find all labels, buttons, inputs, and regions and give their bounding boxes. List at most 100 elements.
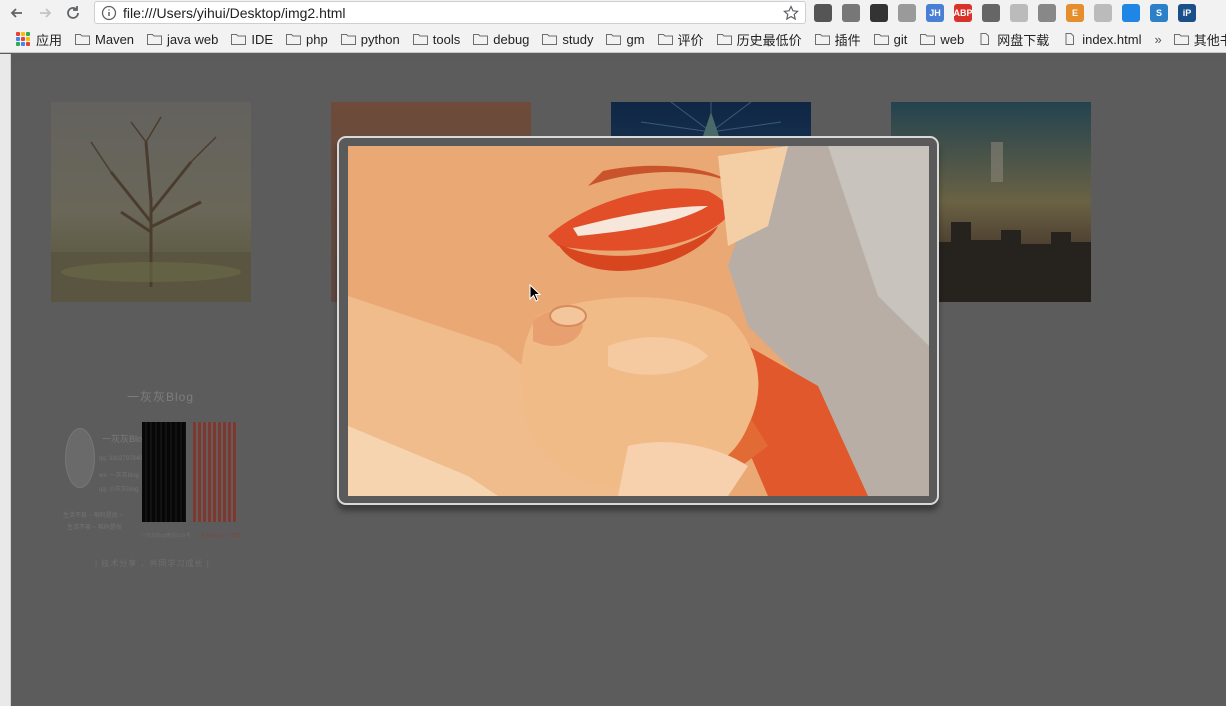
bookmark-label: php (306, 31, 328, 47)
bookmark-label: IDE (251, 31, 274, 47)
bookmark-folder[interactable]: gm (606, 29, 645, 49)
e-icon[interactable]: E (1066, 4, 1084, 22)
bookmark-other-folder[interactable]: 其他书签 (1173, 29, 1226, 49)
bookmarks-overflow-button[interactable]: » (1154, 32, 1161, 47)
bookmark-folder[interactable]: python (340, 29, 400, 49)
bookmark-label: web (940, 31, 965, 47)
bookmark-label: python (360, 31, 400, 47)
forward-button[interactable] (34, 2, 56, 24)
reload-button[interactable] (62, 2, 84, 24)
bookmark-folder[interactable]: IDE (231, 29, 273, 49)
card-desc-line: 生活不易 ~ 唯码是尚 ~ (63, 513, 124, 519)
adblock-icon[interactable]: ABP (954, 4, 973, 22)
bookmark-label: git (893, 31, 908, 47)
folder-icon (542, 34, 558, 45)
pocket-icon[interactable] (1122, 4, 1140, 22)
folder-icon (412, 34, 428, 45)
bookmark-label: 插件 (834, 32, 861, 48)
reload-icon (67, 6, 79, 19)
jh-icon[interactable]: JH (926, 4, 944, 22)
forward-arrow-icon (40, 8, 52, 18)
bookmark-folder[interactable]: 插件 (814, 29, 861, 49)
bookmark-label: java web (167, 31, 219, 47)
gallery-image-tree[interactable] (51, 102, 251, 302)
bookmark-label: gm (626, 31, 645, 47)
ip-icon[interactable]: iP (1178, 4, 1196, 22)
tag-icon[interactable] (1010, 4, 1028, 22)
gear-icon[interactable] (982, 4, 1000, 22)
qr-code-icon[interactable] (870, 4, 888, 22)
card-contact-line: qq: 小灰灰blog (99, 487, 139, 493)
blog-card-name: 一灰灰Blog (102, 434, 148, 444)
bookmarks-bar: 应用 Maven java web IDE php python tools debug st… (0, 26, 1226, 53)
address-bar[interactable]: file:///Users/yihui/Desktop/img2.html (94, 1, 806, 24)
bookmark-folder[interactable]: Maven (75, 29, 134, 49)
folder-icon (473, 34, 489, 45)
wechat-qr-code (142, 422, 186, 522)
bookmark-label: debug (493, 31, 530, 47)
bookmark-label: study (562, 31, 594, 47)
url-text[interactable]: file:///Users/yihui/Desktop/img2.html (123, 5, 346, 21)
folder-icon (147, 34, 163, 45)
bookmark-folder[interactable]: java web (147, 29, 218, 49)
back-arrow-icon (10, 8, 22, 18)
lightbox-image[interactable] (348, 146, 929, 496)
qr-caption-right: 一灰灰Blog个人博客 (196, 533, 242, 539)
check-icon[interactable] (1038, 4, 1056, 22)
bookmark-folder[interactable]: php (286, 29, 328, 49)
browser-toolbar: file:///Users/yihui/Desktop/img2.html JH… (0, 0, 1226, 26)
bookmark-folder[interactable]: web (920, 29, 964, 49)
qr-small-icon[interactable] (842, 4, 860, 22)
card-contact-line: qq: 3302797840 (99, 456, 143, 462)
blog-card: 一灰灰Blog 一灰灰Blog qq: 3302797840 wx: 一灰灰bl… (61, 382, 261, 582)
bookmark-page[interactable]: index.html (1062, 29, 1141, 49)
bookmark-folder[interactable]: 评价 (657, 29, 704, 49)
bookmark-label: tools (432, 31, 461, 47)
s-icon[interactable]: S (1150, 4, 1168, 22)
qr-caption-left: 一灰灰Blog微信公众号 (141, 533, 192, 539)
extensions-bar: JH ABP E SiP (814, 3, 1206, 23)
left-edge-strip (0, 54, 11, 706)
bookmark-folder[interactable]: debug (473, 29, 529, 49)
avatar (65, 428, 95, 488)
lightbox-modal[interactable] (337, 136, 939, 505)
blog-card-footer: | 技术分享 ，共同学习成长 | (95, 559, 210, 568)
bookmark-label: Maven (95, 31, 135, 47)
back-button[interactable] (6, 2, 28, 24)
bookmark-label: 历史最低价 (736, 32, 802, 48)
page-icon (1065, 33, 1075, 45)
folder-icon (606, 34, 622, 45)
folder-icon (716, 34, 732, 45)
bookmark-label: 网盘下载 (997, 32, 1050, 48)
bookmark-folder[interactable]: tools (412, 29, 461, 49)
folder-icon (873, 34, 889, 45)
card-contact-line: wx: 一灰灰blog (99, 473, 140, 479)
bookmark-folder[interactable]: git (873, 29, 908, 49)
bookmark-folder[interactable]: 历史最低价 (716, 29, 802, 49)
bookmark-folder[interactable]: study (542, 29, 593, 49)
bookmark-label: index.html (1082, 31, 1142, 47)
page-icon (980, 33, 990, 45)
folder-icon (286, 34, 302, 45)
folder-icon (657, 34, 673, 45)
globe-icon[interactable] (898, 4, 916, 22)
tree-picture (51, 116, 251, 302)
folder-icon (814, 34, 830, 45)
blog-card-title: 一灰灰Blog (127, 390, 195, 404)
apps-grid-icon (16, 32, 30, 46)
folder-icon (340, 34, 356, 45)
info-icon[interactable] (101, 5, 117, 21)
bookmark-label: 评价 (677, 32, 704, 48)
folder-icon (1173, 34, 1189, 45)
extension-1-icon[interactable] (814, 4, 832, 22)
folder-icon (75, 34, 91, 45)
folder-icon (231, 34, 247, 45)
bookmark-page[interactable]: 网盘下载 (977, 29, 1049, 49)
blog-qr-code (193, 422, 237, 522)
lips-picture (348, 146, 929, 496)
folder-icon (920, 34, 936, 45)
bookmark-star-icon[interactable] (783, 5, 799, 21)
mouse-cursor-icon (529, 284, 541, 302)
window-icon[interactable] (1094, 4, 1112, 22)
bookmark-apps[interactable]: 应用 (16, 29, 62, 49)
